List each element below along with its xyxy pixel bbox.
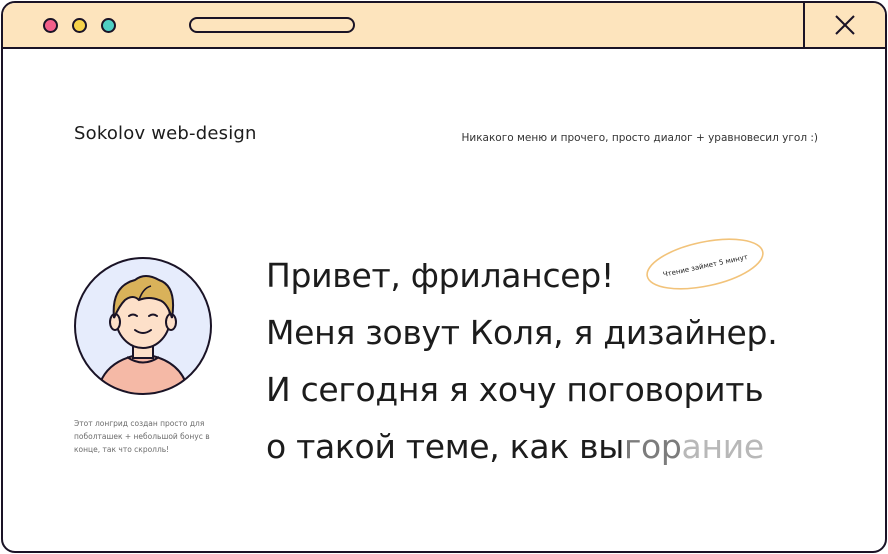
intro-caption: Этот лонгрид создан просто для поболташе… bbox=[74, 419, 210, 454]
brand-logo-text[interactable]: Sokolov web-design bbox=[74, 123, 257, 144]
close-button[interactable] bbox=[803, 3, 885, 47]
header-tagline: Никакого меню и прочего, просто диалог +… bbox=[461, 132, 818, 144]
hero-line-3: И сегодня я хочу поговорить bbox=[266, 370, 764, 409]
browser-window: Sokolov web-design Никакого меню и проче… bbox=[1, 1, 887, 553]
title-bar bbox=[3, 3, 885, 49]
close-icon bbox=[835, 15, 855, 35]
maximize-dot[interactable] bbox=[101, 18, 116, 33]
minimize-dot[interactable] bbox=[72, 18, 87, 33]
hero-line-4-main: о такой теме, как вы bbox=[266, 427, 624, 466]
avatar-illustration bbox=[74, 257, 212, 395]
close-dot[interactable] bbox=[43, 18, 58, 33]
hero-line-2: Меня зовут Коля, я дизайнер. bbox=[266, 313, 778, 352]
reading-time-badge: Чтение займет 5 минут bbox=[646, 238, 764, 290]
hero-line-4-fade-1: гор bbox=[623, 427, 682, 466]
address-bar[interactable] bbox=[189, 17, 355, 33]
hero-line-4: о такой теме, как выгорание bbox=[266, 418, 777, 475]
hero-line-4-fade-2: ание bbox=[681, 427, 765, 466]
